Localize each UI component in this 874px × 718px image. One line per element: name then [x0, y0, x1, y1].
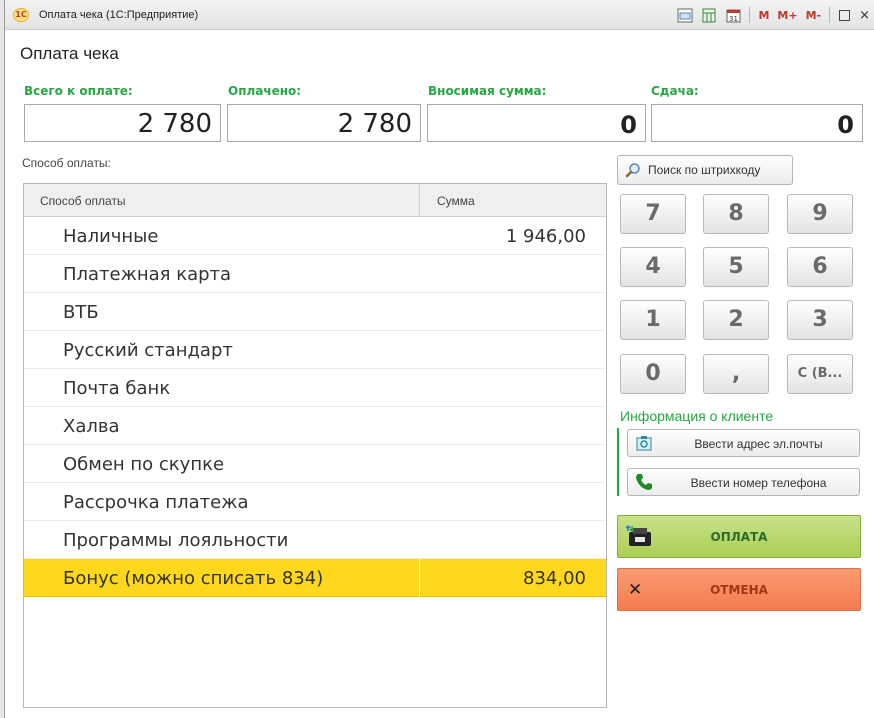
print-preview-icon[interactable] — [676, 7, 694, 23]
memory-plus-button[interactable]: M+ — [777, 9, 797, 22]
calendar-icon[interactable]: 31 — [724, 7, 742, 23]
form-title: Оплата чека — [20, 44, 119, 63]
row-method-name: ВТБ — [63, 302, 99, 323]
phone-icon — [634, 472, 654, 492]
change-field[interactable]: 0 — [651, 104, 863, 142]
row-sum: 834,00 — [523, 568, 586, 589]
enter-phone-label: Ввести номер телефона — [690, 476, 827, 490]
paid-field[interactable]: 2 780 — [227, 104, 421, 142]
table-row[interactable]: Программы лояльности — [24, 521, 606, 559]
table-row[interactable]: Платежная карта — [24, 255, 606, 293]
email-camera-icon — [634, 433, 654, 453]
table-row[interactable]: Рассрочка платежа — [24, 483, 606, 521]
window-title: Оплата чека (1С:Предприятие) — [39, 9, 199, 21]
key-comma[interactable]: , — [703, 354, 769, 394]
table-row[interactable]: Почта банк — [24, 369, 606, 407]
toolbar-separator — [829, 7, 831, 23]
title-bar: 1С Оплата чека (1С:Предприятие) 31 M M+ … — [5, 0, 874, 30]
magnifier-icon — [618, 156, 648, 184]
row-method-name: Обмен по скупке — [63, 454, 225, 475]
column-divider — [419, 559, 420, 597]
cancel-button[interactable]: ✕ ОТМЕНА — [617, 568, 861, 611]
toolbar-separator — [749, 7, 751, 23]
memory-button[interactable]: M — [758, 9, 769, 22]
maximize-icon[interactable] — [839, 9, 851, 21]
payment-methods-table: Способ оплаты Сумма Наличные 1 946,00 Пл… — [23, 183, 607, 708]
deposit-field[interactable]: 0 — [427, 104, 646, 142]
key-4[interactable]: 4 — [620, 247, 686, 287]
app-logo: 1С — [13, 8, 29, 22]
key-2[interactable]: 2 — [703, 300, 769, 340]
key-9[interactable]: 9 — [787, 194, 853, 234]
total-label: Всего к оплате: — [24, 84, 133, 98]
paid-label: Оплачено: — [228, 84, 302, 98]
column-header-sum[interactable]: Сумма — [437, 194, 475, 208]
window-left-edge — [0, 0, 5, 718]
key-0[interactable]: 0 — [620, 354, 686, 394]
row-method-name: Программы лояльности — [63, 530, 289, 551]
memory-minus-button[interactable]: M- — [806, 9, 822, 22]
pay-button[interactable]: ОПЛАТА — [617, 515, 861, 558]
key-3[interactable]: 3 — [787, 300, 853, 340]
title-bar-controls: 31 M M+ M- × — [673, 6, 872, 24]
key-5[interactable]: 5 — [703, 247, 769, 287]
cancel-button-label: ОТМЕНА — [710, 583, 768, 597]
row-method-name: Русский стандарт — [63, 340, 233, 361]
close-icon[interactable]: × — [859, 8, 870, 23]
enter-email-label: Ввести адрес эл.почты — [694, 437, 823, 451]
key-1[interactable]: 1 — [620, 300, 686, 340]
deposit-label: Вносимая сумма: — [428, 84, 547, 98]
column-divider — [419, 184, 420, 217]
table-row-selected[interactable]: Бонус (можно списать 834) 834,00 — [24, 559, 606, 597]
change-label: Сдача: — [651, 84, 699, 98]
table-row[interactable]: Наличные 1 946,00 — [24, 217, 606, 255]
total-field[interactable]: 2 780 — [24, 104, 221, 142]
pay-button-label: ОПЛАТА — [710, 530, 768, 544]
calculator-icon[interactable] — [700, 7, 718, 23]
table-row[interactable]: Русский стандарт — [24, 331, 606, 369]
table-row[interactable]: Обмен по скупке — [24, 445, 606, 483]
barcode-search-button[interactable]: Поиск по штрихкоду — [617, 155, 793, 185]
key-6[interactable]: 6 — [787, 247, 853, 287]
column-header-method[interactable]: Способ оплаты — [40, 194, 126, 208]
barcode-search-label: Поиск по штрихкоду — [648, 163, 761, 177]
row-method-name: Халва — [63, 416, 120, 437]
row-method-name: Бонус (можно списать 834) — [63, 568, 324, 589]
payment-method-label: Способ оплаты: — [22, 156, 111, 170]
svg-text:31: 31 — [729, 15, 738, 23]
row-method-name: Наличные — [63, 226, 159, 247]
client-info-group-bar — [617, 428, 619, 496]
row-method-name: Платежная карта — [63, 264, 232, 285]
table-header: Способ оплаты Сумма — [24, 184, 606, 217]
enter-email-button[interactable]: Ввести адрес эл.почты — [627, 429, 860, 457]
key-7[interactable]: 7 — [620, 194, 686, 234]
table-row[interactable]: ВТБ — [24, 293, 606, 331]
row-sum: 1 946,00 — [505, 226, 586, 247]
key-8[interactable]: 8 — [703, 194, 769, 234]
enter-phone-button[interactable]: Ввести номер телефона — [627, 468, 860, 496]
table-row[interactable]: Халва — [24, 407, 606, 445]
client-info-title: Информация о клиенте — [620, 408, 774, 424]
row-method-name: Почта банк — [63, 378, 171, 399]
key-clear[interactable]: С (В... — [787, 354, 853, 394]
row-method-name: Рассрочка платежа — [63, 492, 249, 513]
